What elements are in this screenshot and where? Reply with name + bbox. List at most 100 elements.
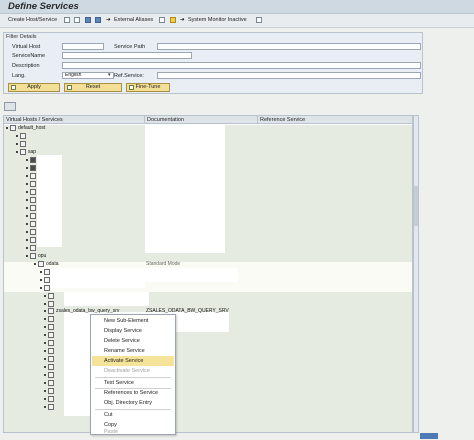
folder-icon bbox=[44, 269, 50, 275]
language-label: Lang. bbox=[12, 73, 26, 79]
ref-service-label: Ref.Service: bbox=[114, 73, 144, 79]
folder-icon bbox=[30, 189, 36, 195]
menu-item-obj-directory-entry[interactable]: Obj. Directory Entry bbox=[92, 398, 174, 408]
expand-icon[interactable] bbox=[26, 247, 28, 249]
expand-icon[interactable] bbox=[44, 318, 46, 320]
expand-icon[interactable] bbox=[34, 263, 36, 265]
layout-icon[interactable] bbox=[4, 102, 16, 111]
expand-icon[interactable] bbox=[40, 279, 42, 281]
folder-icon bbox=[30, 237, 36, 243]
settings-icon[interactable] bbox=[256, 17, 262, 23]
reset-button[interactable]: Reset bbox=[64, 83, 122, 92]
filter-details-panel: Filter Details Virtual Host Service Path… bbox=[3, 32, 423, 94]
expand-icon[interactable] bbox=[44, 382, 46, 384]
fine-tune-button[interactable]: Fine-Tune bbox=[126, 83, 170, 92]
external-aliases-button[interactable]: External Aliases bbox=[114, 17, 153, 23]
folder-icon bbox=[44, 285, 50, 291]
vertical-scrollbar[interactable] bbox=[413, 115, 419, 433]
arrow-right-icon: ➔ bbox=[106, 17, 111, 23]
expand-icon[interactable] bbox=[44, 350, 46, 352]
expand-icon[interactable] bbox=[26, 159, 28, 161]
expand-icon[interactable] bbox=[44, 334, 46, 336]
expand-icon[interactable] bbox=[44, 303, 46, 305]
col-reference-service[interactable]: Reference Service bbox=[260, 117, 305, 123]
tree-node-odata[interactable]: odata Standard Mode bbox=[34, 261, 234, 268]
save-icon[interactable] bbox=[85, 17, 91, 23]
refresh-icon[interactable] bbox=[95, 17, 101, 23]
expand-icon[interactable] bbox=[16, 143, 18, 145]
apply-label: Apply bbox=[27, 84, 41, 90]
expand-icon[interactable] bbox=[26, 223, 28, 225]
virtual-host-label: Virtual Host bbox=[12, 44, 41, 50]
expand-icon[interactable] bbox=[40, 271, 42, 273]
expand-icon[interactable] bbox=[44, 358, 46, 360]
chevron-down-icon[interactable]: ▾ bbox=[108, 72, 111, 78]
folder-icon bbox=[48, 372, 54, 378]
redacted-area bbox=[145, 268, 238, 282]
description-input[interactable] bbox=[62, 62, 421, 69]
expand-icon[interactable] bbox=[44, 390, 46, 392]
expand-icon[interactable] bbox=[44, 295, 46, 297]
menu-item-delete-service[interactable]: Delete Service bbox=[92, 336, 174, 346]
virtual-host-input[interactable] bbox=[62, 43, 104, 50]
expand-icon[interactable] bbox=[26, 191, 28, 193]
tune-icon bbox=[129, 85, 134, 90]
menu-item-cut[interactable]: Cut bbox=[92, 410, 174, 420]
language-select[interactable]: English bbox=[62, 72, 114, 79]
service-path-input[interactable] bbox=[157, 43, 421, 50]
expand-icon[interactable] bbox=[6, 127, 8, 129]
expand-icon[interactable] bbox=[26, 231, 28, 233]
service-name-label: ServiceName bbox=[12, 53, 46, 59]
page-title: Define Services bbox=[8, 1, 79, 12]
document-icon[interactable] bbox=[159, 17, 165, 23]
expand-icon[interactable] bbox=[26, 183, 28, 185]
folder-icon bbox=[30, 197, 36, 203]
menu-item-references-to-service[interactable]: References to Service bbox=[92, 388, 174, 398]
menu-item-activate-service[interactable]: Activate Service bbox=[92, 356, 174, 366]
expand-icon[interactable] bbox=[44, 366, 46, 368]
apply-button[interactable]: Apply bbox=[8, 83, 60, 92]
folder-icon bbox=[30, 245, 36, 251]
trash-icon[interactable] bbox=[74, 17, 80, 23]
scrollbar-thumb[interactable] bbox=[414, 186, 418, 226]
expand-icon[interactable] bbox=[16, 135, 18, 137]
expand-icon[interactable] bbox=[26, 215, 28, 217]
expand-icon[interactable] bbox=[44, 374, 46, 376]
expand-icon[interactable] bbox=[44, 406, 46, 408]
folder-icon bbox=[10, 125, 16, 131]
expand-icon[interactable] bbox=[44, 398, 46, 400]
ref-service-input[interactable] bbox=[157, 72, 421, 79]
col-documentation[interactable]: Documentation bbox=[147, 117, 184, 123]
folder-icon bbox=[48, 396, 54, 402]
expand-icon[interactable] bbox=[26, 167, 28, 169]
menu-item-deactivate-service[interactable]: Deactivate Service bbox=[92, 366, 174, 376]
toolbar: Create Host/Service ➔ External Aliases ➔… bbox=[0, 14, 474, 28]
expand-icon[interactable] bbox=[40, 287, 42, 289]
folder-icon bbox=[48, 348, 54, 354]
expand-icon[interactable] bbox=[26, 199, 28, 201]
check-icon bbox=[11, 85, 16, 90]
expand-icon[interactable] bbox=[26, 255, 28, 257]
col-virtual-hosts[interactable]: Virtual Hosts / Services bbox=[6, 117, 63, 123]
key-icon[interactable] bbox=[170, 17, 176, 23]
folder-icon bbox=[48, 364, 54, 370]
menu-item-paste[interactable]: Paste bbox=[92, 429, 174, 435]
menu-item-display-service[interactable]: Display Service bbox=[92, 326, 174, 336]
menu-item-test-service[interactable]: Test Service bbox=[92, 378, 174, 388]
node-documentation: Standard Mode bbox=[146, 261, 181, 267]
expand-icon[interactable] bbox=[44, 326, 46, 328]
system-monitor-button[interactable]: System Monitor Inactive bbox=[188, 17, 247, 23]
expand-icon[interactable] bbox=[26, 239, 28, 241]
column-divider bbox=[257, 116, 258, 124]
expand-icon[interactable] bbox=[26, 207, 28, 209]
expand-icon[interactable] bbox=[16, 151, 18, 153]
menu-item-new-sub-element[interactable]: New Sub-Element bbox=[92, 316, 174, 326]
reset-label: Reset bbox=[85, 84, 101, 90]
menu-item-rename-service[interactable]: Rename Service bbox=[92, 346, 174, 356]
expand-icon[interactable] bbox=[44, 342, 46, 344]
pencil-icon[interactable] bbox=[64, 17, 70, 23]
create-host-service-button[interactable]: Create Host/Service bbox=[8, 17, 57, 23]
expand-icon[interactable] bbox=[26, 175, 28, 177]
expand-icon[interactable] bbox=[44, 310, 46, 312]
service-name-input[interactable] bbox=[62, 52, 192, 59]
